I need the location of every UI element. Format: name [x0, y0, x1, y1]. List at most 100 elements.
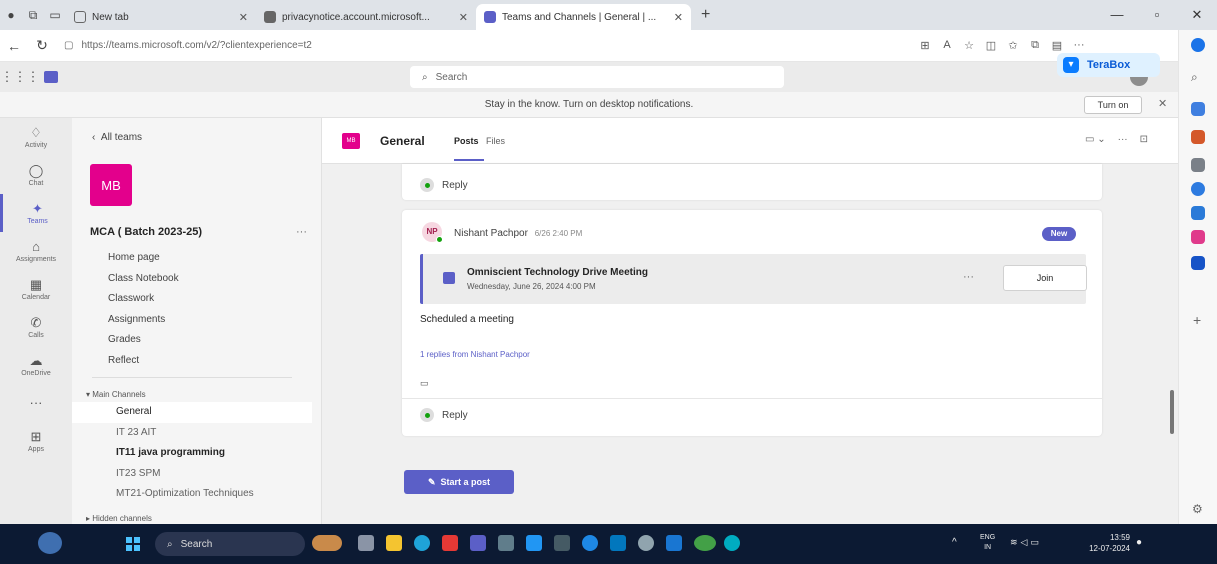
task-view-icon[interactable] — [358, 535, 374, 551]
chrome-icon[interactable] — [694, 535, 716, 551]
rail-item-more[interactable]: ··· — [0, 384, 72, 422]
link-assignments[interactable]: Assignments — [108, 314, 179, 335]
link-grades[interactable]: Grades — [108, 334, 179, 355]
join-button[interactable]: Join — [1003, 265, 1087, 291]
extensions-icon[interactable]: ⧉ — [1024, 39, 1046, 52]
close-icon[interactable]: ✕ — [1158, 97, 1167, 110]
replies-link[interactable]: 1 replies from Nishant Pachpor — [420, 350, 530, 359]
rail-item-onedrive[interactable]: ☁ OneDrive — [0, 346, 72, 384]
file-explorer-icon[interactable] — [386, 535, 402, 551]
all-teams-link[interactable]: ‹ All teams — [92, 132, 142, 143]
start-icon[interactable] — [126, 537, 140, 551]
link-class-notebook[interactable]: Class Notebook — [108, 273, 179, 294]
outlook-icon[interactable] — [1191, 206, 1205, 220]
edge-icon[interactable] — [414, 535, 430, 551]
teams-search-input[interactable]: ⌕ Search — [410, 66, 784, 88]
settings-icon[interactable] — [638, 535, 654, 551]
outlook-app-icon[interactable] — [666, 535, 682, 551]
search-icon[interactable]: ⌕ — [1191, 70, 1205, 84]
start-post-button[interactable]: ✎ Start a post — [404, 470, 514, 494]
workspaces-icon[interactable]: ⧉ — [22, 8, 44, 23]
chevron-up-icon[interactable]: ^ — [952, 537, 957, 548]
store-icon[interactable] — [610, 535, 626, 551]
close-icon[interactable]: ✕ — [668, 11, 683, 24]
back-icon[interactable]: ← — [0, 38, 28, 54]
drop-icon[interactable] — [1191, 256, 1205, 270]
youtube-icon[interactable] — [442, 535, 458, 551]
rail-item-activity[interactable]: ♢ Activity — [0, 118, 72, 156]
tab-privacy[interactable]: privacynotice.account.microsoft... ✕ — [256, 4, 476, 30]
link-reflect[interactable]: Reflect — [108, 355, 179, 376]
profile-icon[interactable]: ● — [0, 8, 22, 22]
favorite-star-icon[interactable]: ☆ — [958, 39, 980, 52]
collections-icon[interactable]: ▤ — [1046, 39, 1068, 52]
url-field[interactable]: ▢ https://teams.microsoft.com/v2/?client… — [64, 40, 864, 51]
split-screen-icon[interactable]: ◫ — [980, 39, 1002, 52]
mail-icon[interactable] — [498, 535, 514, 551]
language-indicator[interactable]: ENG IN — [980, 533, 995, 553]
new-tab-button[interactable]: + — [691, 6, 720, 24]
edge-dev-icon[interactable] — [724, 535, 740, 551]
browser-icon[interactable] — [582, 535, 598, 551]
tab-teams[interactable]: Teams and Channels | General | ... ✕ — [476, 4, 691, 30]
rail-item-chat[interactable]: ◯ Chat — [0, 156, 72, 194]
teams-app-icon[interactable] — [470, 535, 486, 551]
restore-icon[interactable]: ▫ — [1137, 7, 1177, 23]
close-window-icon[interactable]: ✕ — [1177, 7, 1217, 23]
clock[interactable]: 13:59 12-07-2024 — [1060, 532, 1130, 554]
favorites-icon[interactable]: ✩ — [1002, 39, 1024, 52]
link-classwork[interactable]: Classwork — [108, 293, 179, 314]
turn-on-button[interactable]: Turn on — [1084, 96, 1142, 114]
channel-mt21-optimization[interactable]: MT21-Optimization Techniques — [72, 484, 312, 505]
games-icon[interactable] — [1191, 158, 1205, 172]
vscode-icon[interactable] — [526, 535, 542, 551]
taskbar-search[interactable]: ⌕ Search — [155, 532, 305, 556]
more-icon[interactable]: ··· — [1068, 39, 1090, 52]
tab-new-tab[interactable]: New tab ✕ — [66, 4, 256, 30]
terabox-extension[interactable]: ▾ TeraBox — [1057, 53, 1160, 77]
channel-it23-ait[interactable]: IT 23 AIT — [72, 423, 312, 444]
designer-icon[interactable] — [1191, 230, 1205, 244]
refresh-icon[interactable]: ↻ — [28, 37, 56, 54]
tab-files[interactable]: Files — [486, 136, 505, 146]
meeting-more-icon[interactable]: ··· — [963, 271, 974, 283]
add-icon[interactable]: + — [1193, 312, 1201, 328]
wifi-volume-battery-icon[interactable]: ≋◁▭ — [1010, 537, 1042, 548]
read-aloud-icon[interactable]: A — [936, 39, 958, 52]
copilot-icon[interactable] — [1191, 38, 1205, 52]
channel-it11-java[interactable]: IT11 java programming — [72, 443, 312, 464]
close-icon[interactable]: ✕ — [233, 11, 248, 24]
widget-icon[interactable] — [312, 535, 342, 551]
meeting-card[interactable]: Omniscient Technology Drive Meeting Wedn… — [420, 254, 1087, 304]
gear-icon[interactable]: ⚙ — [1192, 502, 1203, 516]
rail-item-apps[interactable]: ⊞ Apps — [0, 422, 72, 460]
meet-video-icon[interactable]: ▭ ⌄ — [1085, 134, 1106, 145]
office-icon[interactable] — [1191, 182, 1205, 196]
notification-bell-icon[interactable]: ● — [1136, 537, 1142, 548]
rail-item-assignments[interactable]: ⌂ Assignments — [0, 232, 72, 270]
link-home-page[interactable]: Home page — [108, 252, 179, 273]
terminal-icon[interactable] — [554, 535, 570, 551]
more-options-icon[interactable]: ··· — [1118, 134, 1128, 145]
main-channels-header[interactable]: ▾ Main Channels — [86, 390, 146, 399]
hidden-channels-header[interactable]: ▸ Hidden channels — [86, 514, 152, 523]
rail-item-teams[interactable]: ✦ Teams — [0, 194, 72, 232]
team-more-icon[interactable]: ··· — [296, 226, 307, 238]
author-name[interactable]: Nishant Pachpor — [454, 228, 528, 239]
weather-icon[interactable] — [38, 532, 62, 554]
channel-info-icon[interactable]: ⊡ — [1140, 134, 1148, 145]
channel-it23-spm[interactable]: IT23 SPM — [72, 464, 312, 485]
app-launcher-icon[interactable]: ⋮⋮⋮ — [0, 69, 40, 85]
scrollbar[interactable] — [1170, 390, 1174, 434]
tab-actions-icon[interactable]: ▭ — [44, 8, 66, 22]
reply-button[interactable]: Reply — [420, 408, 468, 422]
channel-general[interactable]: General — [72, 402, 312, 423]
rail-item-calendar[interactable]: ▦ Calendar — [0, 270, 72, 308]
rail-item-calls[interactable]: ✆ Calls — [0, 308, 72, 346]
tab-posts[interactable]: Posts — [454, 136, 479, 146]
apps-grid-icon[interactable]: ⊞ — [914, 39, 936, 52]
reply-button[interactable]: Reply — [420, 178, 468, 192]
minimize-icon[interactable]: — — [1097, 7, 1137, 23]
shopping-icon[interactable] — [1191, 102, 1205, 116]
tools-icon[interactable] — [1191, 130, 1205, 144]
